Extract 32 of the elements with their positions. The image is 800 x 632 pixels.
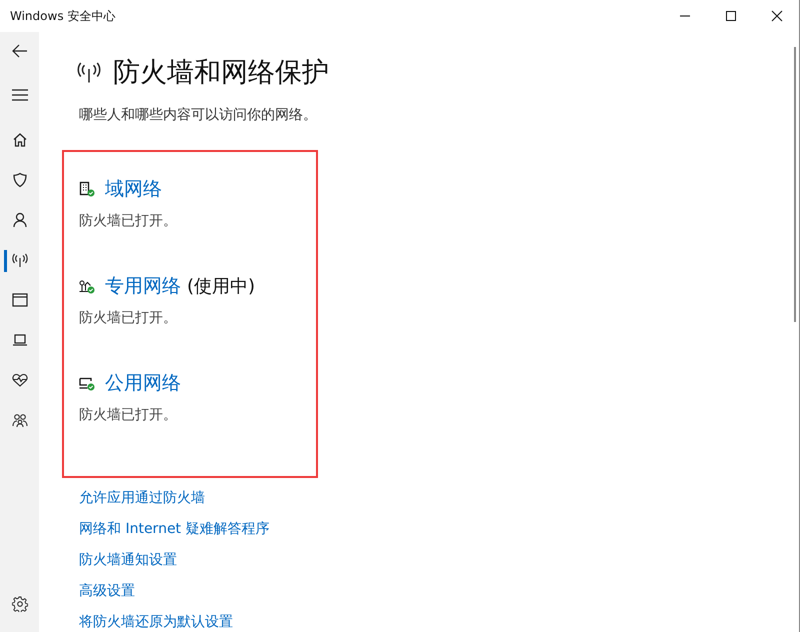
- page-description: 哪些人和哪些内容可以访问你的网络。: [79, 106, 317, 124]
- window-title: Windows 安全中心: [9, 8, 116, 24]
- settings-icon[interactable]: [12, 596, 28, 612]
- building-check-icon: [79, 181, 95, 197]
- firewall-status: 防火墙已打开。: [79, 406, 178, 424]
- heartbeat-icon[interactable]: [12, 372, 28, 388]
- family-icon[interactable]: [12, 412, 28, 428]
- close-icon[interactable]: [771, 10, 783, 22]
- network-link[interactable]: 域网络: [105, 176, 162, 202]
- home-icon[interactable]: [12, 132, 28, 148]
- scrollbar[interactable]: [794, 47, 796, 322]
- firewall-status: 防火墙已打开。: [79, 309, 178, 327]
- settings-link[interactable]: 防火墙通知设置: [79, 550, 270, 570]
- back-icon[interactable]: [10, 42, 28, 60]
- in-use-label: (使用中): [187, 275, 256, 298]
- settings-link[interactable]: 将防火墙还原为默认设置: [79, 612, 270, 632]
- person-icon[interactable]: [12, 212, 28, 228]
- settings-link[interactable]: 高级设置: [79, 581, 270, 601]
- maximize-icon[interactable]: [725, 10, 737, 22]
- laptop-icon[interactable]: [12, 332, 28, 348]
- antenna-icon[interactable]: [12, 252, 28, 268]
- network-link[interactable]: 专用网络: [105, 273, 181, 299]
- network-link[interactable]: 公用网络: [105, 370, 181, 396]
- settings-link[interactable]: 允许应用通过防火墙: [79, 488, 270, 508]
- house-tree-check-icon: [79, 278, 95, 294]
- settings-link[interactable]: 网络和 Internet 疑难解答程序: [79, 519, 270, 539]
- firewall-status: 防火墙已打开。: [79, 212, 178, 230]
- cup-check-icon: [79, 375, 95, 391]
- antenna-icon: [77, 60, 101, 84]
- browser-window-icon[interactable]: [12, 292, 28, 308]
- shield-icon[interactable]: [12, 172, 28, 188]
- page-title: 防火墙和网络保护: [113, 56, 329, 90]
